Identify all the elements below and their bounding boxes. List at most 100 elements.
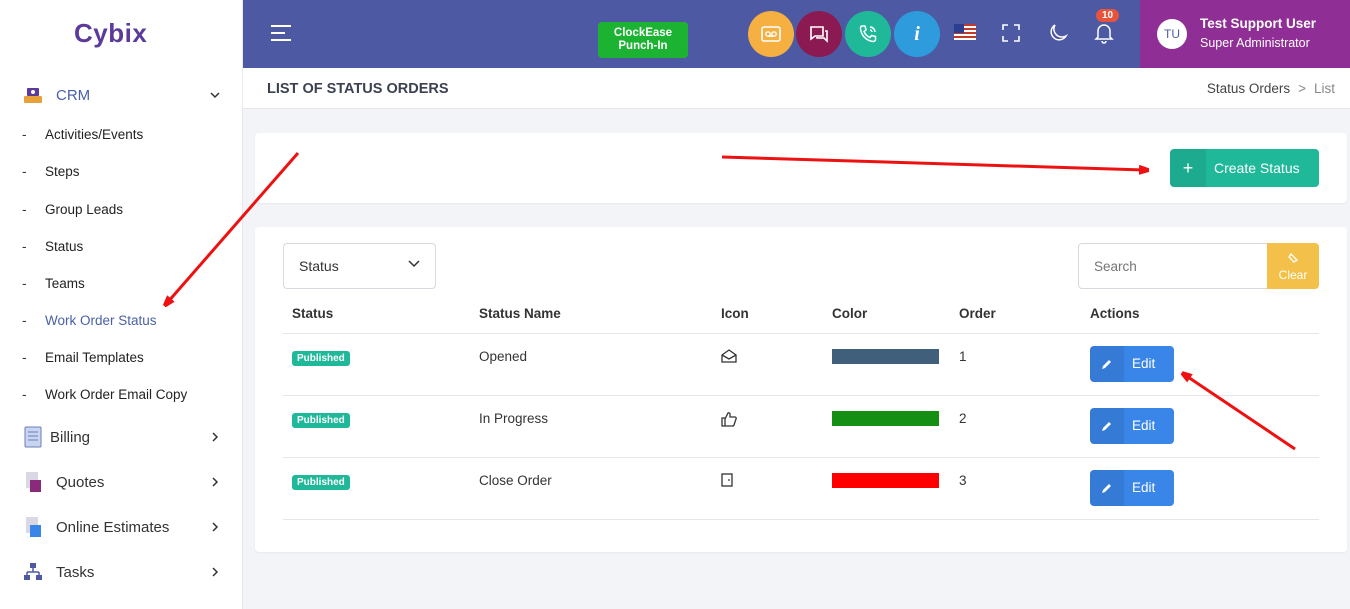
dash-marker: - [22,127,27,142]
sidebar-item-status[interactable]: - Status [22,239,232,254]
sidebar-item-label: Group Leads [45,202,124,217]
top-bar: ClockEase Punch-In i 10 TU Test Support … [243,0,1350,68]
clockease-punch-in-button[interactable]: ClockEase Punch-In [598,22,688,58]
us-flag-icon[interactable] [954,22,976,48]
edit-label: Edit [1132,418,1156,433]
envelope-open-icon [721,348,737,366]
sidebar-group-label: Quotes [56,473,105,491]
sidebar-group-quotes[interactable]: Quotes [22,471,222,493]
phone-icon[interactable] [845,11,891,57]
order-value: 2 [950,395,1081,458]
status-name: In Progress [470,395,712,458]
search-input[interactable] [1078,243,1268,289]
order-value: 1 [950,333,1081,396]
breadcrumb-item-current: List [1313,81,1335,96]
list-card: Status Clear Status Status Name Icon Col… [255,227,1347,552]
pencil-icon [1090,345,1124,382]
sidebar-item-label: Email Templates [45,350,144,365]
column-header: Order [950,295,1081,334]
status-filter-select[interactable]: Status [283,243,436,289]
breadcrumb-item[interactable]: Status Orders [1207,81,1290,96]
quotes-icon [22,471,44,493]
sidebar-item-email-templates[interactable]: - Email Templates [22,350,232,365]
sidebar-item-label: Teams [45,276,85,291]
table-header-row: Status Status Name Icon Color Order Acti… [283,295,1319,334]
sidebar-group-tasks[interactable]: Tasks [22,561,222,583]
sidebar-item-steps[interactable]: - Steps [22,164,232,179]
column-header: Status Name [470,295,712,334]
pencil-icon [1090,469,1124,506]
order-value: 3 [950,457,1081,520]
color-swatch [832,348,939,364]
table-row: Published Close Order 3 Edit [283,457,1319,520]
avatar: TU [1157,19,1187,49]
moon-icon[interactable] [1048,23,1069,49]
pencil-icon [1090,407,1124,444]
dash-marker: - [22,164,27,179]
sidebar-group-billing[interactable]: Billing [22,426,222,448]
chevron-down-icon [208,87,222,103]
chevron-right-icon [208,564,222,580]
user-name: Test Support User [1200,16,1317,31]
voicemail-icon[interactable] [748,11,794,57]
user-menu[interactable]: TU Test Support User Super Administrator [1140,0,1350,68]
sidebar-item-label: Status [45,239,84,254]
actions-card: + Create Status [255,133,1347,203]
info-icon[interactable]: i [894,11,940,57]
status-table: Status Status Name Icon Color Order Acti… [283,295,1319,520]
status-badge: Published [292,350,350,366]
sidebar-group-crm[interactable]: CRM [22,84,222,106]
color-swatch [832,410,939,426]
thumbs-up-icon [721,411,737,430]
table-row: Published In Progress 2 Edit [283,395,1319,458]
chevron-right-icon [208,519,222,535]
fullscreen-icon[interactable] [1002,24,1020,48]
breadcrumb: Status Orders > List [1207,81,1335,96]
table-row: Published Opened 1 Edit [283,333,1319,396]
status-badge: Published [292,474,350,490]
clear-label: Clear [1278,268,1308,282]
billing-icon [22,426,44,448]
column-header: Icon [712,295,823,334]
sidebar-item-teams[interactable]: - Teams [22,276,232,291]
tasks-icon [22,561,44,583]
dash-marker: - [22,276,27,291]
sidebar-item-activities[interactable]: - Activities/Events [22,127,232,142]
page-header: LIST OF STATUS ORDERS Status Orders > List [243,68,1350,109]
sidebar-item-work-order-email-copy[interactable]: - Work Order Email Copy [22,387,232,402]
page-title: LIST OF STATUS ORDERS [267,81,449,97]
eraser-icon [1267,251,1319,267]
column-header: Status [283,295,470,334]
dash-marker: - [22,202,27,217]
status-name: Close Order [470,457,712,520]
sidebar-group-label: Billing [50,428,91,446]
edit-button[interactable]: Edit [1090,345,1174,382]
sidebar-item-group-leads[interactable]: - Group Leads [22,202,232,217]
sidebar-item-label: Work Order Email Copy [45,387,188,402]
bell-icon[interactable] [1094,22,1114,50]
dash-marker: - [22,387,27,402]
edit-label: Edit [1132,480,1156,495]
plus-icon: + [1170,149,1206,187]
crm-icon [22,84,44,106]
create-status-button[interactable]: + Create Status [1170,149,1319,187]
column-header: Actions [1081,295,1319,334]
sidebar-item-label: Work Order Status [45,313,157,328]
clear-button[interactable]: Clear [1267,243,1319,289]
sidebar-item-work-order-status[interactable]: - Work Order Status [22,313,232,328]
chevron-right-icon [208,429,222,445]
create-status-label: Create Status [1214,160,1300,176]
user-role: Super Administrator [1200,36,1310,50]
app-logo[interactable]: Cybix [74,18,147,49]
edit-button[interactable]: Edit [1090,407,1174,444]
color-swatch [832,472,939,488]
sidebar: Cybix CRM - Activities/Events - Steps - Gro… [0,0,243,609]
edit-button[interactable]: Edit [1090,469,1174,506]
status-name: Opened [470,333,712,396]
sidebar-group-online-estimates[interactable]: Online Estimates [22,516,222,538]
hamburger-menu-icon[interactable] [271,25,291,46]
notification-badge: 10 [1096,9,1120,22]
door-icon [721,472,733,490]
dash-marker: - [22,313,27,328]
chat-icon[interactable] [796,11,842,57]
